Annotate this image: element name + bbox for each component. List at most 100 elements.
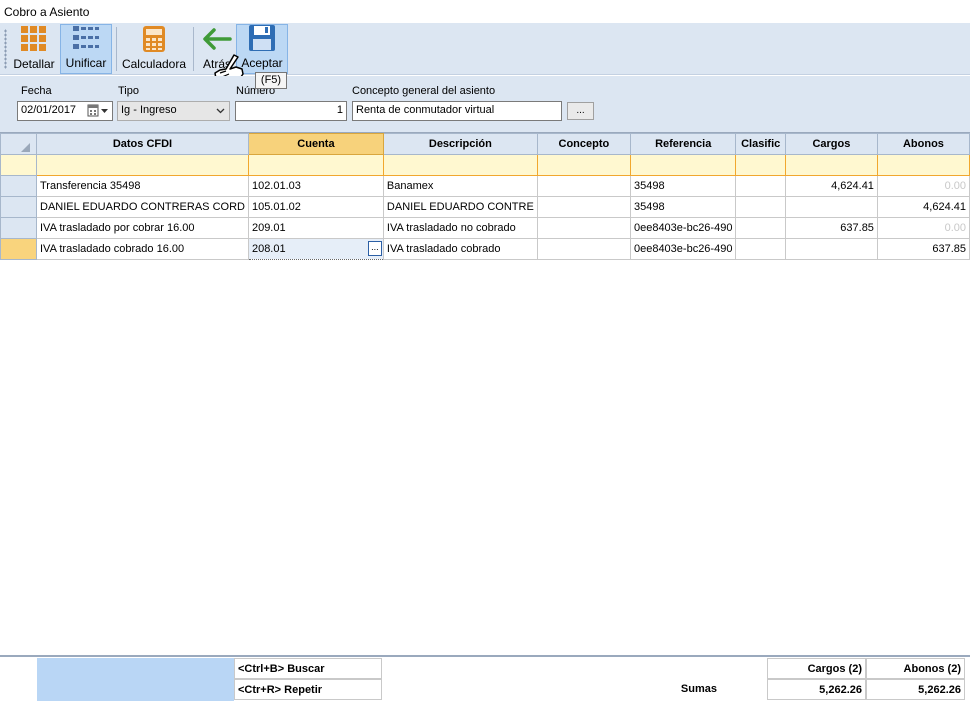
cell-concepto[interactable] bbox=[536, 217, 631, 239]
cell-datos-cfdi[interactable]: IVA trasladado por cobrar 16.00 bbox=[36, 217, 249, 239]
cell-concepto[interactable] bbox=[536, 196, 631, 218]
cell-referencia[interactable]: 35498 bbox=[629, 175, 737, 197]
tipo-label: Tipo bbox=[118, 85, 139, 97]
column-header-clasific[interactable]: Clasific bbox=[735, 133, 786, 155]
table-row[interactable]: DANIEL EDUARDO CONTRERAS CORD 105.01.02 … bbox=[0, 196, 970, 218]
filter-row bbox=[0, 154, 970, 176]
filter-cell-cargos[interactable] bbox=[784, 154, 878, 176]
cell-cuenta-editing[interactable]: 208.01 ... bbox=[247, 238, 384, 260]
cell-descripcion[interactable]: IVA trasladado no cobrado bbox=[382, 217, 538, 239]
column-header-datos-cfdi[interactable]: Datos CFDI bbox=[36, 133, 249, 155]
aceptar-tooltip: (F5) bbox=[255, 72, 287, 89]
chevron-down-icon bbox=[216, 106, 225, 118]
numero-input[interactable]: 1 bbox=[235, 101, 347, 121]
detallar-button[interactable]: Detallar bbox=[11, 24, 57, 74]
filter-cell-descripcion[interactable] bbox=[382, 154, 538, 176]
cell-referencia[interactable]: 0ee8403e-bc26-490 bbox=[629, 238, 737, 260]
cell-abonos[interactable]: 0.00 bbox=[876, 175, 970, 197]
unificar-label: Unificar bbox=[65, 56, 107, 70]
cell-clasific[interactable] bbox=[735, 217, 786, 239]
column-header-descripcion[interactable]: Descripción bbox=[382, 133, 538, 155]
cell-referencia[interactable]: 0ee8403e-bc26-490 bbox=[629, 217, 737, 239]
filter-cell-cuenta[interactable] bbox=[247, 154, 384, 176]
cell-abonos[interactable]: 4,624.41 bbox=[876, 196, 970, 218]
cuenta-lookup-button[interactable]: ... bbox=[367, 241, 382, 256]
calculadora-button[interactable]: Calculadora bbox=[121, 24, 187, 74]
repetir-shortcut[interactable]: <Ctr+R> Repetir bbox=[234, 679, 382, 700]
abonos-count-header: Abonos (2) bbox=[866, 658, 965, 679]
table-row[interactable]: IVA trasladado por cobrar 16.00 209.01 I… bbox=[0, 217, 970, 239]
cell-concepto[interactable] bbox=[536, 175, 631, 197]
toolbar-separator bbox=[193, 27, 194, 71]
column-header-concepto[interactable]: Concepto bbox=[536, 133, 631, 155]
cell-cuenta-value: 208.01 bbox=[251, 243, 286, 255]
calculator-icon bbox=[139, 24, 169, 53]
column-header-abonos[interactable]: Abonos bbox=[876, 133, 970, 155]
cell-datos-cfdi[interactable]: Transferencia 35498 bbox=[36, 175, 249, 197]
arrow-left-icon bbox=[202, 24, 232, 53]
cell-descripcion[interactable]: Banamex bbox=[382, 175, 538, 197]
row-indicator-current[interactable] bbox=[0, 238, 37, 260]
cargos-count-header: Cargos (2) bbox=[767, 658, 866, 679]
unificar-button[interactable]: Unificar bbox=[60, 24, 112, 74]
cell-datos-cfdi[interactable]: DANIEL EDUARDO CONTRERAS CORD bbox=[36, 196, 249, 218]
grid-footer: <Ctrl+B> Buscar <Ctr+R> Repetir Sumas Ca… bbox=[0, 655, 970, 708]
abonos-total: 5,262.26 bbox=[866, 679, 965, 700]
calculadora-label: Calculadora bbox=[121, 57, 187, 71]
detallar-label: Detallar bbox=[13, 57, 55, 71]
filter-cell-datos-cfdi[interactable] bbox=[36, 154, 249, 176]
list-icon bbox=[71, 24, 101, 52]
concepto-value: Renta de conmutador virtual bbox=[356, 104, 495, 116]
table-row[interactable]: IVA trasladado cobrado 16.00 208.01 ... … bbox=[0, 238, 970, 260]
grid-corner[interactable] bbox=[0, 133, 37, 155]
toolbar-grip[interactable] bbox=[4, 29, 7, 69]
cell-abonos[interactable]: 0.00 bbox=[876, 217, 970, 239]
buscar-shortcut[interactable]: <Ctrl+B> Buscar bbox=[234, 658, 382, 679]
filter-cell-abonos[interactable] bbox=[876, 154, 970, 176]
column-header-cargos[interactable]: Cargos bbox=[784, 133, 878, 155]
row-indicator[interactable] bbox=[0, 217, 37, 239]
accounts-table: Datos CFDI Cuenta Descripción Concepto R… bbox=[0, 133, 970, 260]
row-indicator[interactable] bbox=[0, 154, 37, 176]
header-form: Fecha 02/01/2017 Tipo Ig - Ingreso Númer… bbox=[0, 76, 970, 132]
cell-cargos[interactable]: 637.85 bbox=[784, 217, 878, 239]
fecha-input[interactable]: 02/01/2017 bbox=[17, 101, 113, 121]
cargos-total: 5,262.26 bbox=[767, 679, 866, 700]
column-header-cuenta[interactable]: Cuenta bbox=[247, 133, 384, 155]
footer-highlight bbox=[37, 658, 234, 701]
cell-datos-cfdi[interactable]: IVA trasladado cobrado 16.00 bbox=[36, 238, 249, 260]
calendar-dropdown-icon[interactable] bbox=[87, 104, 109, 120]
floppy-disk-icon bbox=[247, 24, 277, 52]
tipo-value: Ig - Ingreso bbox=[121, 104, 177, 116]
row-indicator[interactable] bbox=[0, 175, 37, 197]
cell-clasific[interactable] bbox=[735, 238, 786, 260]
column-header-referencia[interactable]: Referencia bbox=[629, 133, 737, 155]
filter-cell-referencia[interactable] bbox=[629, 154, 737, 176]
cell-cuenta[interactable]: 209.01 bbox=[247, 217, 384, 239]
cell-cargos[interactable] bbox=[784, 238, 878, 260]
cell-cuenta[interactable]: 102.01.03 bbox=[247, 175, 384, 197]
cell-clasific[interactable] bbox=[735, 175, 786, 197]
table-row[interactable]: Transferencia 35498 102.01.03 Banamex 35… bbox=[0, 175, 970, 197]
numero-value: 1 bbox=[336, 104, 343, 116]
fecha-value: 02/01/2017 bbox=[21, 104, 77, 116]
fecha-label: Fecha bbox=[21, 85, 52, 97]
cell-cuenta[interactable]: 105.01.02 bbox=[247, 196, 384, 218]
window-title: Cobro a Asiento bbox=[4, 5, 90, 19]
filter-cell-concepto[interactable] bbox=[536, 154, 631, 176]
cell-concepto[interactable] bbox=[536, 238, 631, 260]
concepto-input[interactable]: Renta de conmutador virtual bbox=[352, 101, 562, 121]
concepto-browse-button[interactable]: ... bbox=[567, 102, 594, 120]
filter-cell-clasific[interactable] bbox=[735, 154, 786, 176]
toolbar-separator bbox=[116, 27, 117, 71]
concepto-label: Concepto general del asiento bbox=[352, 85, 496, 97]
cell-clasific[interactable] bbox=[735, 196, 786, 218]
cell-descripcion[interactable]: DANIEL EDUARDO CONTRE bbox=[382, 196, 538, 218]
cell-abonos[interactable]: 637.85 bbox=[876, 238, 970, 260]
row-indicator[interactable] bbox=[0, 196, 37, 218]
cell-cargos[interactable]: 4,624.41 bbox=[784, 175, 878, 197]
tipo-select[interactable]: Ig - Ingreso bbox=[117, 101, 230, 121]
cell-descripcion[interactable]: IVA trasladado cobrado bbox=[382, 238, 538, 260]
cell-cargos[interactable] bbox=[784, 196, 878, 218]
cell-referencia[interactable]: 35498 bbox=[629, 196, 737, 218]
